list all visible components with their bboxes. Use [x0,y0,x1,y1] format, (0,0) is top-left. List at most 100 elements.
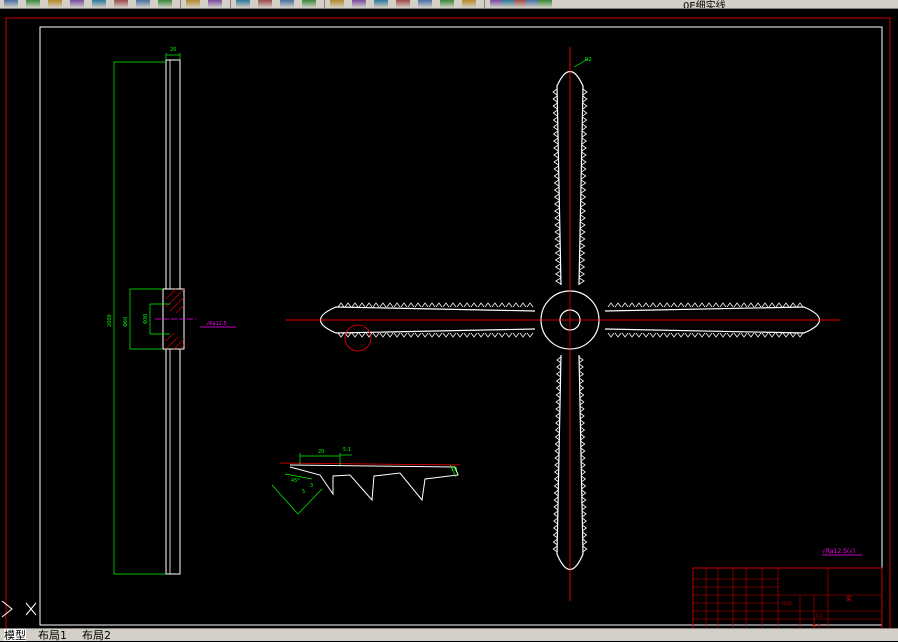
properties-icon[interactable] [330,0,344,8]
blade-tooth [740,302,748,308]
detail-dim-f: 10 [451,467,457,473]
drawing-canvas[interactable]: 20 2000 Φ60 Φ30 √Ra12.5 R2 20 5:1 45° 5 … [0,9,898,628]
blade-tooth [456,302,464,308]
color-icon[interactable] [538,0,552,8]
pan-icon[interactable] [236,0,250,8]
tool-palette-icon[interactable] [374,0,388,8]
blade-tooth [580,214,586,222]
sheet-set-icon[interactable] [396,0,410,8]
blade-tooth [484,302,492,308]
zoom-realtime-icon[interactable] [258,0,272,8]
blade-tooth [581,158,587,166]
blade-tooth [512,302,520,308]
blade-tooth [642,332,650,338]
blade-tooth [796,302,804,308]
tab-layout1[interactable]: 布局1 [38,629,67,642]
blade-tooth [579,256,586,264]
blade-tooth [796,332,804,338]
blade-tooth [733,332,741,338]
tab-model[interactable]: 模型 [4,629,26,642]
blade-tooth [407,302,415,308]
blade-tooth [684,332,692,338]
blade-tooth [400,332,408,338]
blade-tooth [553,137,559,145]
blade-tooth [554,214,560,222]
blade-tooth [463,332,471,338]
blade-tooth [789,332,797,338]
blade-tooth [526,302,534,308]
ucs-icon [1,600,37,618]
blade-tooth [552,123,558,131]
toolbar-separator [484,0,485,8]
dim-top: 20 [170,47,176,53]
paste-icon[interactable] [136,0,150,8]
blade-tooth [365,302,373,308]
toolbar-separator [180,0,181,8]
blade-tooth [614,302,622,308]
blade-tooth [358,332,366,338]
blade-tooth [656,332,664,338]
save-icon[interactable] [48,0,62,8]
blade-tooth [581,165,587,173]
blade-tooth [554,228,561,236]
blade-tooth [747,332,755,338]
cut-icon[interactable] [92,0,106,8]
open-icon[interactable] [26,0,40,8]
blade-tooth [712,332,720,338]
zoom-window-icon[interactable] [280,0,294,8]
material: Q235 [782,601,793,606]
blade-tooth [554,263,561,271]
undo-icon[interactable] [186,0,200,8]
blade-tooth [552,88,558,96]
blade-tooth [477,332,485,338]
help-icon[interactable] [462,0,476,8]
blade-tooth [351,302,359,308]
dim-hub-inner: Φ30 [143,314,149,324]
detail-dim-e: 3 [310,483,313,489]
blade-tooth [379,302,387,308]
title-block[interactable]: 桨 Q235 1:1 共 张 [692,567,883,628]
blade-tooth [552,130,559,138]
blade-tooth [621,302,629,308]
blade-tooth [372,332,380,338]
layer-dropdown[interactable]: 0E细实线 [683,0,726,8]
blade-tooth [470,332,478,338]
blade-tooth [414,302,422,308]
blade-tooth [670,332,678,338]
copy-icon[interactable] [114,0,128,8]
detail-dim-c: 45° [291,478,300,484]
blade-tooth [761,332,769,338]
blade-tooth [581,172,587,180]
redo-icon[interactable] [208,0,222,8]
blade-tooth [761,302,769,308]
blade-tooth [519,302,527,308]
markup-icon[interactable] [418,0,432,8]
front-view: R2 [286,47,840,601]
calculator-icon[interactable] [440,0,454,8]
blade-tooth [582,95,588,103]
blade-tooth [470,302,478,308]
blade-tooth [526,332,534,338]
print-icon[interactable] [70,0,84,8]
blade-tooth [670,302,678,308]
blade-tooth [498,302,506,308]
new-icon[interactable] [4,0,18,8]
match-icon[interactable] [158,0,172,8]
blade-tooth [581,137,587,145]
tab-layout2[interactable]: 布局2 [82,629,111,642]
blade-tooth [505,302,513,308]
design-center-icon[interactable] [352,0,366,8]
blade-tooth [428,302,436,308]
blade-tooth [386,332,394,338]
blade-tooth [491,302,499,308]
blade-tooth [554,207,560,215]
blade-tooth [691,332,699,338]
blade-tooth [607,332,615,338]
blade-tooth [656,302,664,308]
blade-tooth [554,242,561,250]
zoom-previous-icon[interactable] [302,0,316,8]
blade-tooth [582,109,588,117]
blade-tooth [580,200,587,208]
blade-tooth [782,332,790,338]
blade-tooth [498,332,506,338]
